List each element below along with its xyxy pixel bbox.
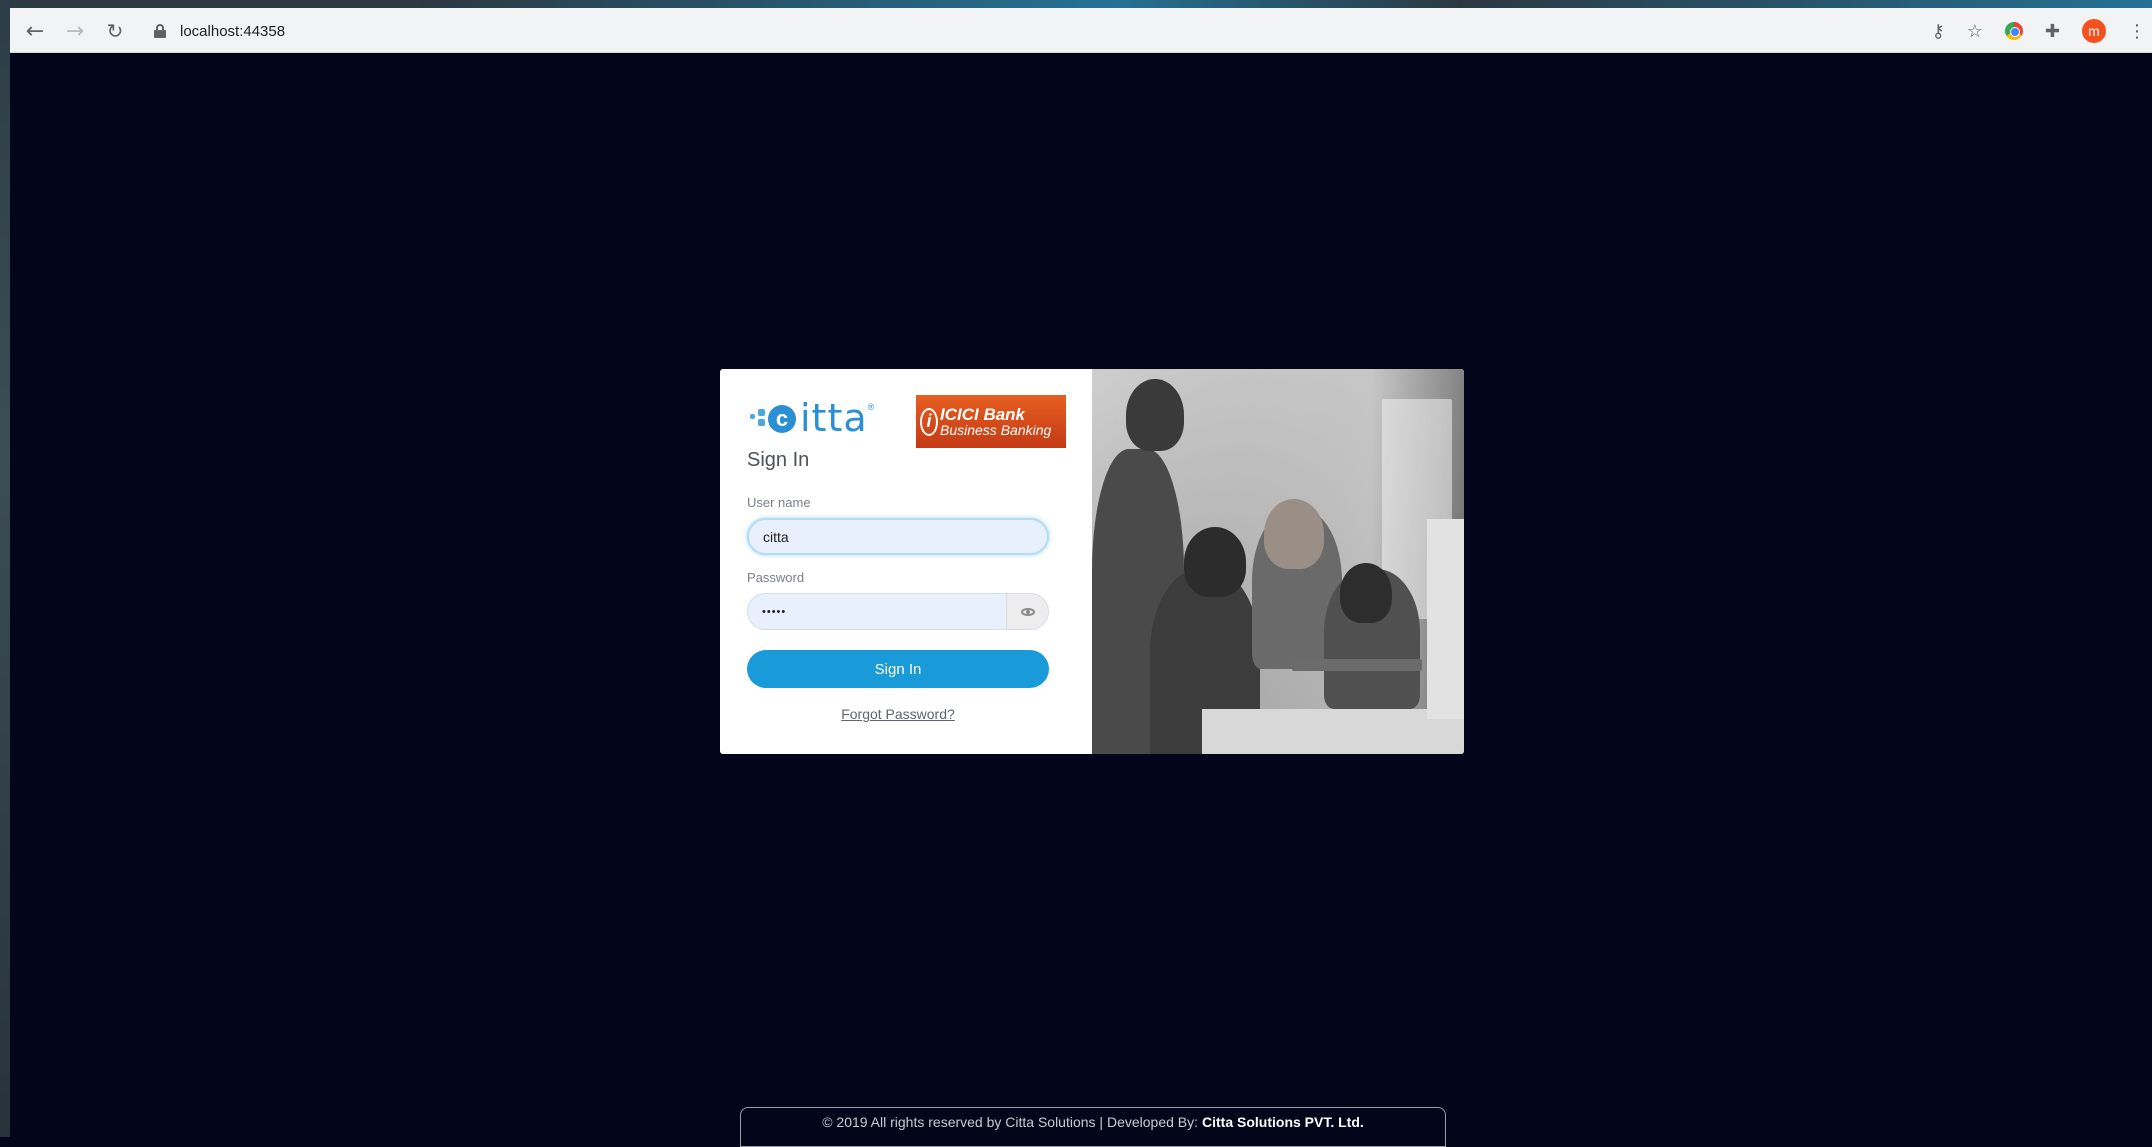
page-title: Sign In [747,449,810,471]
forward-arrow-icon[interactable]: → [60,16,90,46]
registered-mark: ® [867,402,875,412]
bank-subtitle: Business Banking [940,422,1052,438]
star-icon[interactable]: ☆ [1967,21,1983,42]
username-label: User name [747,495,811,510]
citta-dots: c [750,401,796,435]
icici-logo: i ICICI Bank Business Banking [916,395,1066,448]
extension-icon[interactable] [2004,22,2023,40]
reload-icon[interactable]: ↻ [100,16,130,46]
show-password-button[interactable] [1006,594,1048,629]
citta-wordmark: itta [800,396,868,440]
footer-text: © 2019 All rights reserved by Citta Solu… [822,1114,1199,1130]
login-card: c itta ® i ICICI Bank Business Banking S… [720,369,1464,754]
key-icon[interactable]: ⚷ [1932,21,1945,42]
forgot-password-link[interactable]: Forgot Password? [720,706,1076,722]
password-value: ••••• [762,605,787,618]
login-form: c itta ® i ICICI Bank Business Banking S… [720,369,1092,754]
sign-in-button[interactable]: Sign In [747,650,1049,688]
back-arrow-icon[interactable]: ← [20,16,50,46]
desktop-edge [0,0,10,1137]
password-label: Password [747,570,805,585]
tab-strip [420,0,2152,8]
bank-name: ICICI Bank [940,405,1026,424]
url-text: localhost:44358 [180,22,286,40]
menu-icon[interactable]: ⋮ [2128,21,2146,42]
eye-icon [1020,607,1035,616]
username-value: citta [763,528,789,545]
team-photo [1092,369,1464,754]
browser-toolbar: ← → ↻ localhost:44358 ⚷ ☆ ✚ m ⋮ [10,8,2152,53]
username-input[interactable]: citta [747,518,1049,555]
window-top-bar [0,0,2152,8]
icici-i-icon: i [920,407,938,436]
toolbar-actions: ⚷ ☆ ✚ m ⋮ [1932,16,2152,46]
lock-icon [154,24,166,38]
page-footer: © 2019 All rights reserved by Citta Solu… [740,1107,1446,1147]
footer-company: Citta Solutions PVT. Ltd. [1202,1114,1364,1130]
profile-avatar[interactable]: m [2082,19,2106,43]
citta-logo: c itta ® [750,398,874,438]
address-bar[interactable]: localhost:44358 [142,16,1942,46]
password-input[interactable]: ••••• [747,593,1049,630]
puzzle-icon[interactable]: ✚ [2045,21,2060,42]
